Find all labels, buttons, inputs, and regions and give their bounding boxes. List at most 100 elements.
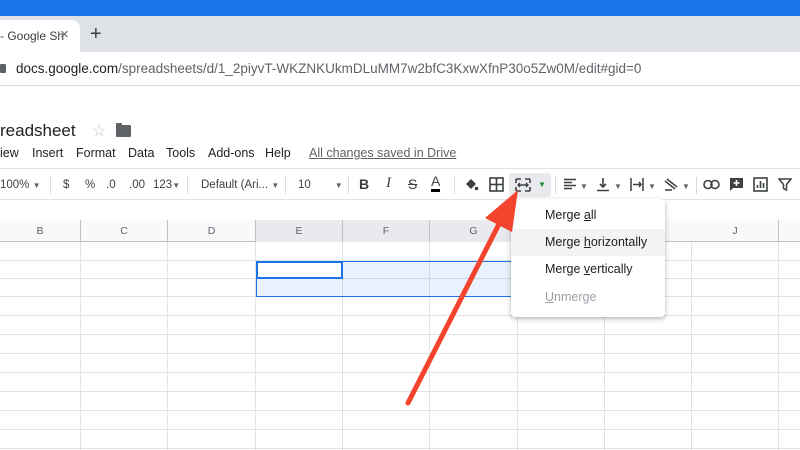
- toolbar-divider: [696, 176, 697, 194]
- zoom-value: 100%: [0, 179, 30, 191]
- menu-view[interactable]: iew: [0, 146, 19, 160]
- more-formats-button[interactable]: 123▼: [153, 177, 180, 194]
- column-header-g[interactable]: G: [430, 220, 518, 242]
- unmerge-shortcut: U: [545, 290, 555, 304]
- doc-title[interactable]: readsheet: [0, 121, 76, 141]
- column-header-d[interactable]: D: [168, 220, 256, 242]
- grid-line: [0, 391, 800, 392]
- valign-bottom-icon[interactable]: [596, 177, 610, 192]
- column-header-j[interactable]: J: [692, 220, 779, 242]
- toolbar: 100% ▼ $ % .0 .00 123▼ Default (Ari... ▼…: [0, 168, 800, 200]
- chevron-down-icon: ▼: [172, 181, 181, 190]
- chevron-down-icon[interactable]: ▼: [648, 179, 656, 195]
- text-color-button[interactable]: A: [431, 174, 441, 192]
- text-wrap-icon[interactable]: [629, 177, 645, 192]
- column-header-f[interactable]: F: [343, 220, 430, 242]
- grid-line: [0, 334, 800, 335]
- url-host: docs.google.com: [16, 61, 119, 76]
- grid-line: [778, 242, 779, 450]
- filter-icon[interactable]: [778, 178, 792, 191]
- toolbar-divider: [454, 176, 455, 194]
- grid-line: [0, 353, 800, 354]
- close-icon[interactable]: ×: [60, 26, 69, 44]
- toolbar-divider: [50, 176, 51, 194]
- merge-vertically-item[interactable]: Merge vertically: [511, 256, 665, 283]
- merge-horizontally-label-rest: orizontally: [590, 235, 648, 249]
- font-size-select[interactable]: 10 ▼: [298, 177, 343, 194]
- browser-tab[interactable]: - Google Sh ×: [0, 20, 80, 52]
- text-rotate-icon[interactable]: [663, 177, 679, 192]
- chevron-down-icon: ▼: [334, 181, 343, 190]
- chevron-down-icon: ▼: [271, 181, 280, 190]
- merge-all-item[interactable]: Merge all: [511, 202, 665, 229]
- grid-line: [0, 448, 800, 449]
- strikethrough-button[interactable]: S: [408, 176, 417, 192]
- toolbar-divider: [285, 176, 286, 194]
- column-header-c[interactable]: C: [81, 220, 168, 242]
- grid-line: [167, 242, 168, 450]
- unmerge-label-rest: nmerge: [554, 290, 597, 304]
- star-icon[interactable]: ☆: [92, 121, 106, 141]
- grid-line: [0, 429, 800, 430]
- column-header-e[interactable]: E: [256, 220, 343, 242]
- toolbar-divider: [187, 176, 188, 194]
- grid-line: [0, 372, 800, 373]
- borders-icon[interactable]: [489, 177, 504, 192]
- merge-horizontally-item[interactable]: Merge horizontally: [511, 229, 665, 256]
- merge-vertically-label-rest: ertically: [590, 262, 633, 276]
- font-select[interactable]: Default (Ari... ▼: [201, 177, 279, 194]
- menu-format[interactable]: Format: [76, 146, 116, 160]
- chevron-down-icon[interactable]: ▼: [580, 179, 588, 195]
- menu-addons[interactable]: Add-ons: [208, 146, 255, 160]
- address-bar[interactable]: docs.google.com/spreadsheets/d/1_2piyvT-…: [0, 52, 800, 86]
- merge-cells-button[interactable]: ▼: [509, 173, 551, 197]
- taskbar-strip: [0, 0, 800, 16]
- merge-cells-icon: [515, 178, 531, 192]
- percent-button[interactable]: %: [85, 177, 95, 193]
- active-cell[interactable]: [256, 261, 343, 279]
- tab-title: - Google Sh: [0, 29, 65, 43]
- url-text[interactable]: docs.google.com/spreadsheets/d/1_2piyvT-…: [16, 61, 641, 76]
- url-path: /spreadsheets/d/1_2piyvT-WKZNKUkmDLuMM7w…: [118, 61, 642, 76]
- chevron-down-icon: ▼: [538, 180, 546, 189]
- spreadsheet-grid[interactable]: B C D E F G J: [0, 220, 800, 450]
- italic-button[interactable]: I: [386, 175, 391, 191]
- zoom-select[interactable]: 100% ▼: [0, 177, 41, 194]
- align-left-icon[interactable]: [563, 178, 577, 191]
- bold-button[interactable]: B: [359, 176, 369, 192]
- menu-data[interactable]: Data: [128, 146, 154, 160]
- comment-icon[interactable]: [729, 177, 744, 192]
- toolbar-divider: [555, 176, 556, 194]
- folder-icon[interactable]: [116, 123, 131, 137]
- more-formats-label: 123: [153, 179, 173, 191]
- paint-format-icon[interactable]: [463, 177, 479, 193]
- merge-vertically-label: Merge: [545, 262, 584, 276]
- merge-horizontally-shortcut: h: [583, 235, 591, 249]
- chevron-down-icon: ▼: [32, 181, 41, 190]
- menu-insert[interactable]: Insert: [32, 146, 63, 160]
- new-tab-button[interactable]: +: [90, 24, 102, 44]
- toolbar-divider: [348, 176, 349, 194]
- tab-bar: - Google Sh × +: [0, 16, 800, 52]
- chevron-down-icon[interactable]: ▼: [682, 179, 690, 195]
- grid-line: [80, 242, 81, 450]
- column-header-b[interactable]: B: [0, 220, 81, 242]
- lock-icon: [0, 64, 6, 73]
- increase-decimal-button[interactable]: .00: [129, 177, 145, 193]
- merge-horizontally-label: Merge: [545, 235, 584, 249]
- grid-line: [0, 315, 800, 316]
- column-headers: B C D E F G J: [0, 220, 800, 242]
- font-value: Default (Ari...: [201, 179, 269, 191]
- menu-help[interactable]: Help: [265, 146, 291, 160]
- merge-all-label: Merge: [545, 208, 584, 222]
- currency-button[interactable]: $: [63, 177, 69, 193]
- unmerge-item: Unmerge: [511, 284, 665, 311]
- chart-icon[interactable]: [753, 177, 768, 192]
- grid-line: [0, 410, 800, 411]
- merge-all-shortcut: a: [583, 208, 591, 222]
- saved-status-link[interactable]: All changes saved in Drive: [309, 146, 456, 160]
- decrease-decimal-button[interactable]: .0: [106, 177, 116, 193]
- chevron-down-icon[interactable]: ▼: [614, 179, 622, 195]
- menu-tools[interactable]: Tools: [166, 146, 195, 160]
- link-icon[interactable]: [703, 179, 720, 190]
